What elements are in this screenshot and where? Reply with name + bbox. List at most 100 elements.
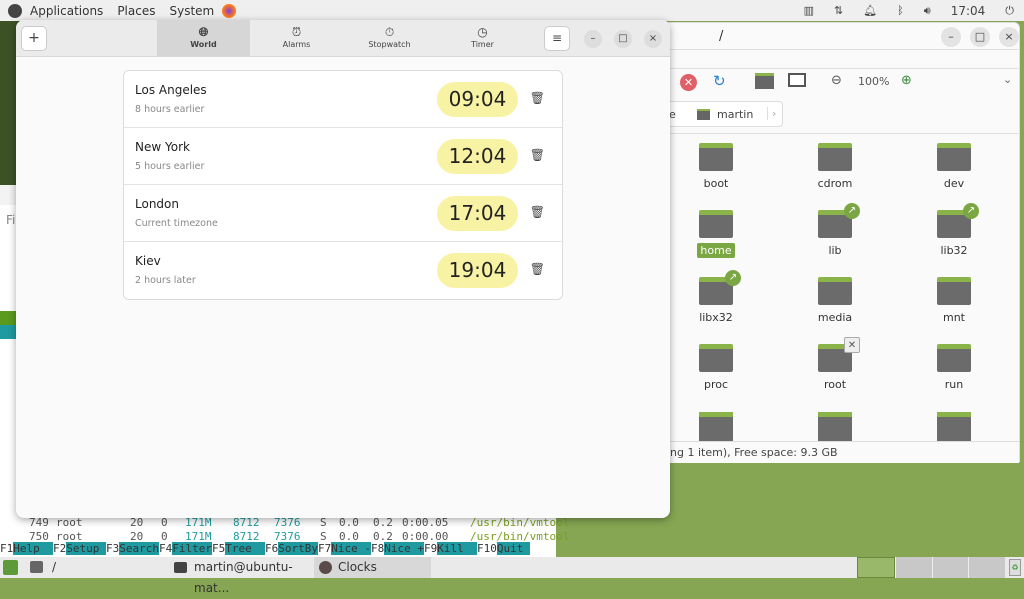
folder-label: media bbox=[817, 311, 853, 324]
city-row[interactable]: London Current timezone 17:04 🗑︎ bbox=[124, 185, 562, 242]
folder-label: lib32 bbox=[940, 244, 968, 257]
folder-icon bbox=[937, 143, 971, 171]
symlink-arrow-icon: ↗ bbox=[725, 270, 741, 286]
fkey-number: F10 bbox=[477, 542, 497, 555]
terminal-menu-partial[interactable]: Fi bbox=[6, 213, 15, 227]
zoom-in-icon[interactable]: ⊕ bbox=[901, 73, 912, 88]
folder-item[interactable]: home bbox=[671, 210, 761, 258]
tab-stopwatch[interactable]: ⏱︎ Stopwatch bbox=[343, 20, 436, 56]
close-button[interactable]: × bbox=[644, 30, 662, 48]
folder-item[interactable]: ↗ lib32 bbox=[909, 203, 999, 257]
fkey-number: F5 bbox=[212, 542, 226, 555]
fkey-action[interactable]: Setup bbox=[66, 542, 106, 555]
panel-clock[interactable]: 17:04 bbox=[951, 4, 986, 18]
minimize-button[interactable]: – bbox=[941, 27, 961, 47]
folder-icon[interactable] bbox=[699, 412, 733, 441]
tab-label: World bbox=[190, 40, 217, 49]
folder-item[interactable]: ↗ lib bbox=[790, 203, 880, 257]
city-name: New York bbox=[135, 140, 190, 154]
add-city-button[interactable]: + bbox=[21, 26, 47, 51]
city-row[interactable]: New York 5 hours earlier 12:04 🗑︎ bbox=[124, 128, 562, 185]
firefox-icon[interactable] bbox=[222, 3, 237, 18]
menu-places[interactable]: Places bbox=[117, 4, 155, 18]
tab-world[interactable]: 🌐︎ World bbox=[157, 20, 250, 56]
symlink-arrow-icon: ↗ bbox=[963, 203, 979, 219]
folder-item[interactable]: ↗ libx32 bbox=[671, 270, 761, 324]
folder-item[interactable]: mnt bbox=[909, 277, 999, 324]
bluetooth-icon[interactable]: ᛒ bbox=[897, 4, 904, 17]
minimize-button[interactable]: – bbox=[584, 30, 602, 48]
menu-applications[interactable]: Applications bbox=[30, 4, 103, 18]
fkey-action[interactable]: Filter bbox=[172, 542, 212, 555]
zoom-out-icon[interactable]: ⊖ bbox=[831, 73, 842, 88]
globe-icon: 🌐︎ bbox=[198, 25, 209, 39]
folder-item[interactable]: dev bbox=[909, 143, 999, 190]
fkey-number: F8 bbox=[371, 542, 385, 555]
more-chevron-down-icon[interactable]: ⌄ bbox=[1003, 73, 1012, 86]
folder-label: root bbox=[823, 378, 847, 391]
maximize-button[interactable]: □ bbox=[970, 27, 990, 47]
folder-item[interactable]: cdrom bbox=[790, 143, 880, 190]
city-offset: Current timezone bbox=[135, 218, 218, 229]
symlink-arrow-icon: ↗ bbox=[844, 203, 860, 219]
folder-icon[interactable] bbox=[937, 412, 971, 441]
folder-icon: ↗ bbox=[699, 270, 741, 305]
breadcrumb-next-icon[interactable]: › bbox=[767, 107, 776, 120]
task-file-manager[interactable]: / bbox=[28, 557, 56, 578]
tab-label: Timer bbox=[471, 40, 494, 49]
delete-trash-icon[interactable]: 🗑︎ bbox=[530, 205, 545, 219]
tab-timer[interactable]: ◷ Timer bbox=[436, 20, 529, 56]
folder-item[interactable]: media bbox=[790, 277, 880, 324]
city-row[interactable]: Los Angeles 8 hours earlier 09:04 🗑︎ bbox=[124, 71, 562, 128]
fkey-action[interactable]: Help bbox=[13, 542, 53, 555]
tab-alarms[interactable]: ⏰︎ Alarms bbox=[250, 20, 343, 56]
delete-trash-icon[interactable]: 🗑︎ bbox=[530, 262, 545, 276]
volume-icon[interactable]: 🔊︎ bbox=[924, 4, 931, 18]
show-desktop-icon[interactable] bbox=[3, 560, 18, 575]
close-button[interactable]: × bbox=[999, 27, 1019, 47]
clipboard-icon[interactable]: ▥ bbox=[804, 4, 814, 17]
task-clocks[interactable]: Clocks bbox=[314, 557, 431, 578]
folder-icon[interactable] bbox=[818, 412, 852, 441]
main-menu-button[interactable]: ≡ bbox=[544, 26, 570, 51]
task-label: Clocks bbox=[338, 560, 377, 574]
delete-trash-icon[interactable]: 🗑︎ bbox=[530, 91, 545, 105]
breadcrumb-partial[interactable]: e bbox=[669, 108, 676, 121]
clocks-window[interactable]: + 🌐︎ World ⏰︎ Alarms ⏱︎ Stopwatch ◷ Timer ≡ – □… bbox=[16, 20, 670, 518]
trash-icon[interactable]: ♻ bbox=[1009, 559, 1021, 576]
computer-icon[interactable] bbox=[788, 73, 806, 87]
fkey-action[interactable]: Tree bbox=[225, 542, 265, 555]
stop-icon[interactable]: ✕ bbox=[680, 74, 697, 91]
clocks-icon bbox=[319, 561, 332, 574]
menu-system[interactable]: System bbox=[169, 4, 214, 18]
fkey-number: F7 bbox=[318, 542, 332, 555]
folder-icon bbox=[818, 277, 852, 305]
folder-view-icon[interactable] bbox=[755, 73, 774, 89]
file-manager-window[interactable]: / – □ × ✕ ↻ ⊖ 100% ⊕ ⌄ e martin › boot cd… bbox=[660, 22, 1020, 463]
folder-item[interactable]: ✕ root bbox=[790, 337, 880, 391]
folder-item[interactable]: proc bbox=[671, 344, 761, 391]
folder-item[interactable]: boot bbox=[671, 143, 761, 190]
folder-label: dev bbox=[943, 177, 965, 190]
breadcrumb-martin[interactable]: martin bbox=[717, 108, 753, 121]
task-terminal[interactable]: martin@ubuntu-mat... bbox=[170, 557, 312, 595]
fkey-action[interactable]: SortBy bbox=[278, 542, 318, 555]
fkey-action[interactable]: Nice + bbox=[384, 542, 424, 555]
delete-trash-icon[interactable]: 🗑︎ bbox=[530, 148, 545, 162]
power-icon[interactable]: ⏻ bbox=[1005, 4, 1014, 18]
ubuntu-mate-logo-icon[interactable] bbox=[8, 3, 22, 18]
folder-label: cdrom bbox=[817, 177, 853, 190]
folder-icon bbox=[699, 143, 733, 171]
folder-item[interactable]: run bbox=[909, 344, 999, 391]
workspace-switcher[interactable] bbox=[857, 557, 1005, 578]
fkey-action[interactable]: Search bbox=[119, 542, 159, 555]
network-icon[interactable]: ⇅ bbox=[834, 4, 843, 17]
notification-bell-icon[interactable]: 🔔︎ bbox=[863, 4, 877, 17]
fkey-action[interactable]: Nice - bbox=[331, 542, 371, 555]
reload-icon[interactable]: ↻ bbox=[713, 72, 726, 90]
maximize-button[interactable]: □ bbox=[614, 30, 632, 48]
fkey-action[interactable]: Quit bbox=[496, 542, 530, 555]
fkey-action[interactable]: Kill bbox=[437, 542, 477, 555]
folder-label: mnt bbox=[943, 311, 965, 324]
city-row[interactable]: Kiev 2 hours later 19:04 🗑︎ bbox=[124, 242, 562, 299]
